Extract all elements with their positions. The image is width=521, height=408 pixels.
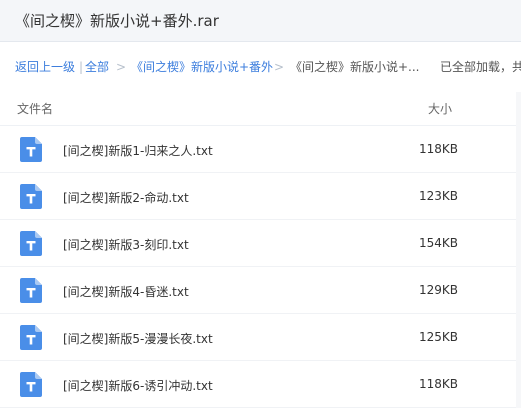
text-file-icon xyxy=(20,231,42,256)
file-row[interactable]: [间之楔]新版6-诱引冲动.txt 118KB xyxy=(0,361,521,408)
file-row[interactable]: [间之楔]新版1-归来之人.txt 118KB xyxy=(0,126,521,173)
file-row[interactable]: [间之楔]新版2-命动.txt 123KB xyxy=(0,173,521,220)
file-size: 118KB xyxy=(419,377,459,391)
text-file-icon xyxy=(20,184,42,209)
breadcrumb: 返回上一级 | 全部 > 《间之楔》新版小说+番外 > 《间之楔》新版小说+..… xyxy=(0,42,521,92)
file-size: 129KB xyxy=(419,283,459,297)
file-row[interactable]: [间之楔]新版5-漫漫长夜.txt 125KB xyxy=(0,314,521,361)
file-name[interactable]: [间之楔]新版6-诱引冲动.txt xyxy=(63,377,213,394)
breadcrumb-all-link[interactable]: 全部 xyxy=(85,60,109,74)
text-file-icon xyxy=(20,278,42,303)
text-file-icon xyxy=(20,137,42,162)
column-header-size[interactable]: 大小 xyxy=(428,100,452,117)
breadcrumb-separator-arrow: > xyxy=(274,60,285,74)
file-size: 154KB xyxy=(419,236,459,250)
file-name[interactable]: [间之楔]新版2-命动.txt xyxy=(63,189,189,206)
file-size: 118KB xyxy=(419,142,459,156)
archive-title: 《间之楔》新版小说+番外.rar xyxy=(15,12,219,30)
file-name[interactable]: [间之楔]新版5-漫漫长夜.txt xyxy=(63,330,213,347)
scrollbar-track[interactable] xyxy=(516,92,521,408)
file-row[interactable]: [间之楔]新版3-刻印.txt 154KB xyxy=(0,220,521,267)
title-bar: 《间之楔》新版小说+番外.rar xyxy=(0,0,521,42)
load-status-text: 已全部加载，共 xyxy=(440,60,521,74)
file-name[interactable]: [间之楔]新版1-归来之人.txt xyxy=(63,142,213,159)
file-name[interactable]: [间之楔]新版4-昏迷.txt xyxy=(63,283,189,300)
file-list: [间之楔]新版1-归来之人.txt 118KB [间之楔]新版2-命动.txt … xyxy=(0,126,521,408)
file-row[interactable]: [间之楔]新版4-昏迷.txt 129KB xyxy=(0,267,521,314)
text-file-icon xyxy=(20,325,42,350)
file-size: 123KB xyxy=(419,189,459,203)
column-header-name[interactable]: 文件名 xyxy=(17,100,53,117)
text-file-icon xyxy=(20,372,42,397)
file-list-header: 文件名 大小 xyxy=(0,92,521,126)
breadcrumb-current-folder: 《间之楔》新版小说+... xyxy=(290,60,420,74)
breadcrumb-separator-bar: | xyxy=(79,60,84,74)
breadcrumb-folder-link[interactable]: 《间之楔》新版小说+番外 xyxy=(131,60,273,74)
archive-viewer-page: 《间之楔》新版小说+番外.rar 返回上一级 | 全部 > 《间之楔》新版小说+… xyxy=(0,0,521,408)
file-size: 125KB xyxy=(419,330,459,344)
breadcrumb-separator-arrow: > xyxy=(116,60,127,74)
back-link[interactable]: 返回上一级 xyxy=(15,60,75,74)
file-name[interactable]: [间之楔]新版3-刻印.txt xyxy=(63,236,189,253)
